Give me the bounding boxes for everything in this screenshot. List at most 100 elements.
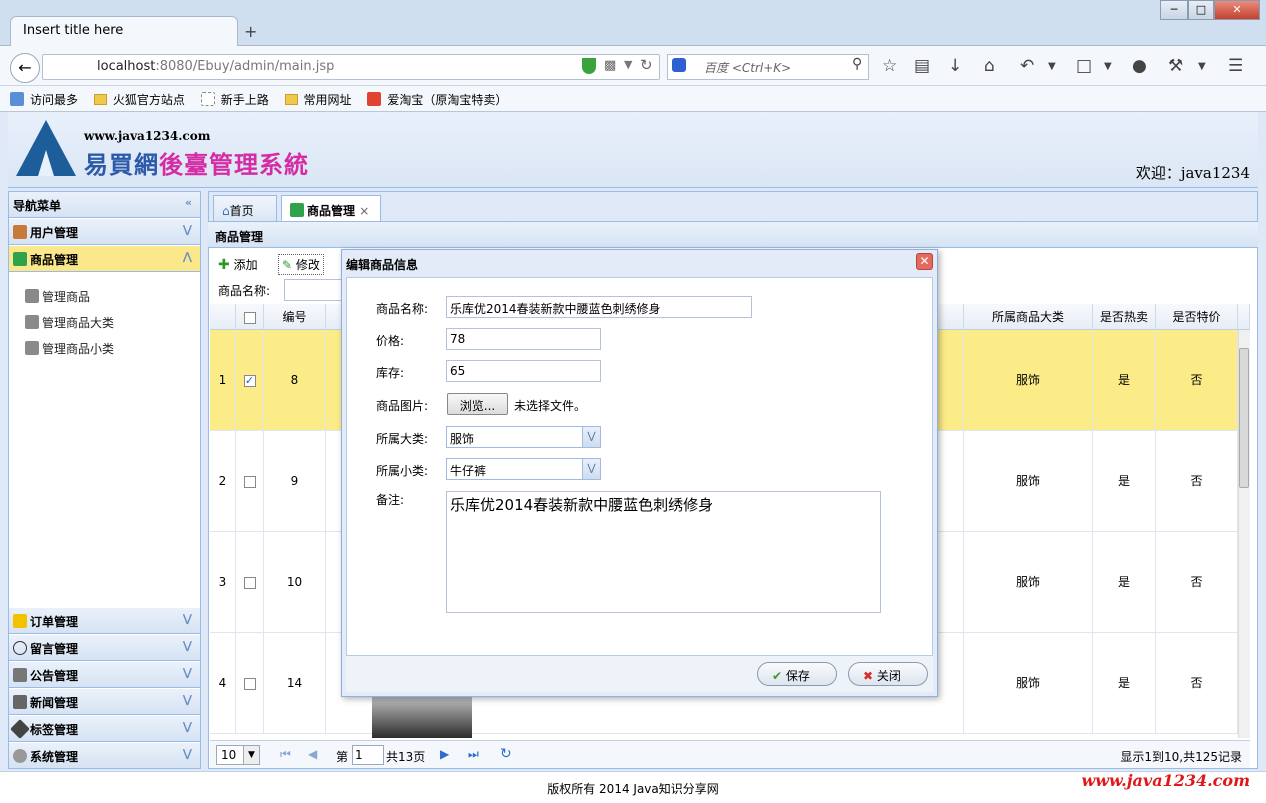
chevron-down-icon: ⋁ — [582, 459, 600, 479]
row-checkbox[interactable] — [236, 431, 264, 532]
notice-icon — [13, 668, 27, 682]
download-icon[interactable]: ↓ — [948, 56, 962, 76]
browse-button[interactable]: 浏览... — [447, 393, 508, 415]
search-input[interactable]: 百度 <Ctrl+K> — [667, 54, 869, 80]
nav-section-products[interactable]: 商品管理 ⋀ — [9, 246, 200, 272]
undo-icon[interactable]: ↶ — [1020, 56, 1034, 76]
dropdown-arrow-icon[interactable]: ▼ — [624, 58, 632, 71]
back-arrow-icon[interactable]: ← — [10, 53, 40, 83]
tool-icon[interactable]: ⚒ — [1168, 56, 1183, 76]
edit-button[interactable]: ✎ 修改 — [278, 254, 324, 275]
undo-dropdown-icon[interactable]: ▼ — [1048, 61, 1056, 72]
crop-icon[interactable]: □ — [1076, 56, 1092, 76]
minimize-button[interactable]: ─ — [1160, 0, 1188, 20]
maximize-button[interactable]: □ — [1188, 0, 1214, 20]
page-number-input[interactable]: 1 — [352, 745, 384, 765]
product-name-field[interactable]: 乐库优2014春装新款中腰蓝色刺绣修身 — [446, 296, 752, 318]
dialog-title: 编辑商品信息 — [346, 258, 419, 272]
url-host: localhost — [97, 59, 156, 74]
bookmark-most-visited[interactable]: 访问最多 — [10, 92, 84, 107]
grid-header-id[interactable]: 编号 — [264, 304, 326, 330]
first-page-icon[interactable]: ⏮ — [280, 747, 291, 762]
reload-icon[interactable]: ↻ — [640, 56, 653, 74]
qrcode-icon[interactable]: ▩ — [604, 58, 616, 73]
row-checkbox[interactable] — [236, 330, 264, 431]
nav-item-manage-bigtypes[interactable]: 管理商品大类 — [25, 314, 114, 331]
row-checkbox[interactable] — [236, 633, 264, 734]
list-icon — [290, 203, 304, 217]
row-id: 9 — [264, 431, 326, 532]
grid-header-check[interactable] — [236, 304, 264, 330]
menu-icon[interactable]: ☰ — [1228, 56, 1243, 76]
tab-close-icon[interactable]: × — [359, 204, 369, 218]
tab-products[interactable]: 商品管理 × — [281, 195, 381, 222]
nav-section-messages[interactable]: 留言管理 ⋁ — [9, 635, 200, 661]
bookmark-common-sites[interactable]: 常用网址 — [284, 93, 358, 107]
home-icon[interactable]: ⌂ — [984, 56, 995, 76]
smalltype-select[interactable]: 牛仔裤 ⋁ — [446, 458, 601, 480]
chat-icon[interactable]: ● — [1132, 56, 1147, 76]
nav-title: 导航菜单 « — [9, 192, 200, 218]
browser-tab[interactable]: Insert title here — [10, 16, 238, 46]
nav-section-notices[interactable]: 公告管理 ⋁ — [9, 662, 200, 688]
row-checkbox-checked[interactable] — [243, 374, 256, 387]
folder-icon — [93, 94, 107, 105]
row-bigtype: 服饰 — [964, 330, 1093, 431]
collapse-left-icon[interactable]: « — [185, 196, 192, 209]
smalltype-label: 所属小类: — [376, 464, 429, 478]
pencil-icon: ✎ — [282, 258, 293, 272]
add-button[interactable]: ✚ 添加 — [218, 256, 258, 273]
bookmark-aitaobao[interactable]: 爱淘宝（原淘宝特卖） — [367, 92, 513, 107]
tool-dropdown-icon[interactable]: ▼ — [1198, 61, 1206, 72]
row-special: 否 — [1156, 633, 1238, 734]
tab-home[interactable]: ⌂首页 — [213, 195, 277, 222]
grid-scrollbar-thumb[interactable] — [1239, 348, 1249, 488]
nav-section-users[interactable]: 用户管理 ⋁ — [9, 219, 200, 245]
chevron-up-icon: ⋀ — [182, 250, 192, 263]
close-button[interactable]: ✖ 关闭 — [848, 662, 928, 686]
nav-item-manage-smalltypes[interactable]: 管理商品小类 — [25, 340, 114, 357]
bookmark-getting-started[interactable]: 新手上路 — [200, 92, 275, 107]
row-checkbox-unchecked[interactable] — [243, 576, 256, 589]
bigtype-select[interactable]: 服饰 ⋁ — [446, 426, 601, 448]
close-window-button[interactable]: ✕ — [1214, 0, 1260, 20]
bookmark-star-icon[interactable]: ☆ — [882, 56, 897, 76]
select-all-checkbox[interactable] — [243, 311, 256, 324]
save-button[interactable]: ✔ 保存 — [757, 662, 837, 686]
chevron-down-icon: ⋁ — [182, 612, 192, 625]
stock-field[interactable]: 65 — [446, 360, 601, 382]
nav-section-orders[interactable]: 订单管理 ⋁ — [9, 608, 200, 634]
nav-section-tags[interactable]: 标签管理 ⋁ — [9, 716, 200, 742]
prev-page-icon[interactable]: ◀ — [308, 747, 317, 761]
nav-section-news[interactable]: 新闻管理 ⋁ — [9, 689, 200, 715]
bigtype-label: 所属大类: — [376, 432, 429, 446]
url-bar[interactable]: localhost:8080/Ebuy/admin/main.jsp — [42, 54, 660, 80]
nav-item-manage-products[interactable]: 管理商品 — [25, 288, 90, 305]
new-tab-button[interactable]: + — [244, 22, 257, 41]
remark-textarea[interactable]: 乐库优2014春装新款中腰蓝色刺绣修身 — [446, 491, 881, 613]
page-size-select[interactable]: 10 ▼ — [216, 745, 260, 765]
crop-dropdown-icon[interactable]: ▼ — [1104, 61, 1112, 72]
row-checkbox-unchecked[interactable] — [243, 475, 256, 488]
search-icon[interactable]: ⚲ — [852, 56, 862, 72]
bookmark-firefox-site[interactable]: 火狐官方站点 — [93, 93, 191, 107]
stock-label: 库存: — [376, 366, 405, 380]
price-field[interactable]: 78 — [446, 328, 601, 350]
grid-header-special[interactable]: 是否特价 — [1156, 304, 1238, 330]
refresh-icon[interactable]: ↻ — [500, 746, 512, 762]
chevron-down-icon: ⋁ — [182, 666, 192, 679]
baidu-icon[interactable] — [672, 58, 686, 72]
row-checkbox[interactable] — [236, 532, 264, 633]
row-bigtype: 服饰 — [964, 532, 1093, 633]
reading-list-icon[interactable]: ▤ — [914, 56, 930, 76]
grid-header-hot[interactable]: 是否热卖 — [1093, 304, 1156, 330]
product-name-search-input[interactable] — [284, 279, 344, 301]
last-page-icon[interactable]: ⏭ — [468, 747, 479, 762]
row-checkbox-unchecked[interactable] — [243, 677, 256, 690]
grid-header-bigtype[interactable]: 所属商品大类 — [964, 304, 1093, 330]
nav-section-system[interactable]: 系统管理 ⋁ — [9, 743, 200, 769]
shield-icon — [582, 58, 596, 74]
row-hot: 是 — [1093, 633, 1156, 734]
next-page-icon[interactable]: ▶ — [440, 747, 449, 761]
close-icon[interactable]: ✕ — [916, 253, 933, 270]
